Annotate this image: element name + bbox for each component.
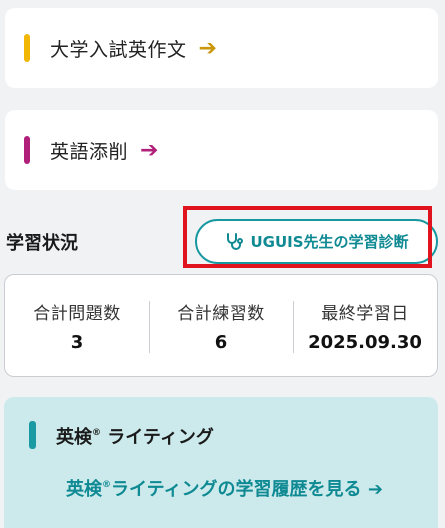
stat-value: 2025.09.30 bbox=[308, 331, 422, 353]
link-rest: ライティングの学習履歴を見る ➔ bbox=[111, 479, 383, 500]
stats-panel: 合計問題数 3 合計練習数 6 最終学習日 2025.09.30 bbox=[4, 274, 438, 377]
card-label: 大学入試英作文 bbox=[50, 38, 187, 61]
registered-mark: ® bbox=[102, 480, 111, 490]
stat-total-questions: 合計問題数 3 bbox=[5, 299, 149, 353]
eiken-writing-section: 英検® ライティング 英検®ライティングの学習履歴を見る ➔ bbox=[4, 397, 438, 528]
stat-label: 合計練習数 bbox=[177, 303, 265, 324]
stat-last-study-date: 最終学習日 2025.09.30 bbox=[293, 299, 437, 353]
stat-label: 最終学習日 bbox=[321, 303, 409, 324]
card-label: 英語添削 bbox=[50, 140, 129, 163]
stat-label: 合計問題数 bbox=[33, 303, 121, 324]
learning-status-heading: 学習状況 bbox=[6, 233, 78, 254]
eiken-writing-title: 英検® ライティング bbox=[56, 423, 214, 449]
title-main: 英検 bbox=[56, 427, 92, 448]
title-rest: ライティング bbox=[101, 427, 214, 448]
accent-bar bbox=[29, 421, 36, 449]
eiken-history-link[interactable]: 英検®ライティングの学習履歴を見る ➔ bbox=[66, 475, 383, 501]
card-university-essay[interactable]: 大学入試英作文 ➔ bbox=[5, 8, 438, 88]
accent-bar bbox=[24, 136, 30, 164]
stat-value: 3 bbox=[70, 331, 84, 353]
registered-mark: ® bbox=[92, 428, 101, 438]
highlight-frame bbox=[183, 206, 432, 268]
link-main: 英検 bbox=[66, 479, 102, 500]
accent-bar bbox=[24, 34, 30, 62]
arrow-right-icon: ➔ bbox=[198, 35, 217, 61]
stat-value: 6 bbox=[214, 331, 228, 353]
card-english-correction[interactable]: 英語添削 ➔ bbox=[5, 110, 438, 190]
arrow-right-icon: ➔ bbox=[140, 137, 159, 163]
stat-total-practices: 合計練習数 6 bbox=[149, 299, 293, 353]
